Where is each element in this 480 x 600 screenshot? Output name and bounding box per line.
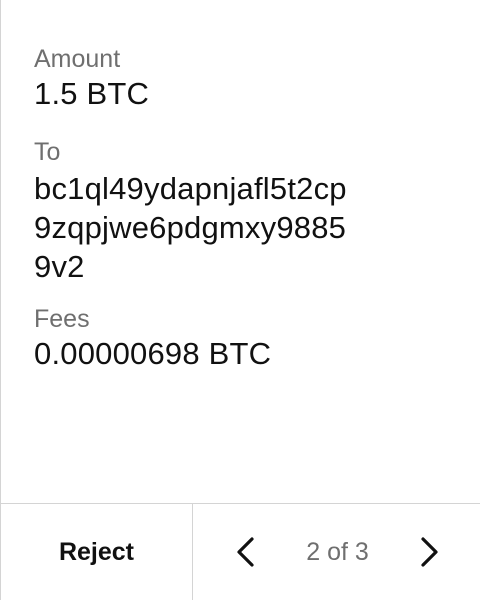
reject-button[interactable]: Reject	[1, 504, 193, 600]
fees-value: 0.00000698 BTC	[34, 336, 272, 371]
fees-label: Fees	[34, 305, 90, 333]
previous-page-button[interactable]	[231, 532, 259, 572]
recipient-address-line-2: 9zqpjwe6pdgmxy9885	[34, 210, 347, 245]
next-page-button[interactable]	[416, 532, 444, 572]
fees-section: Fees 0.00000698 BTC	[34, 304, 462, 373]
transaction-details: Amount 1.5 BTC To bc1ql49ydapnjafl5t2cp …	[34, 44, 462, 373]
transaction-review-screen: Amount 1.5 BTC To bc1ql49ydapnjafl5t2cp …	[0, 0, 480, 600]
amount-label: Amount	[34, 45, 121, 73]
recipient-label: To	[34, 138, 61, 166]
action-footer: Reject 2 of 3	[1, 503, 480, 600]
pager: 2 of 3	[193, 504, 480, 600]
recipient-address-line-3: 9v2	[34, 249, 85, 284]
recipient-section: To bc1ql49ydapnjafl5t2cp 9zqpjwe6pdgmxy9…	[34, 137, 462, 286]
amount-section: Amount 1.5 BTC	[34, 44, 462, 113]
chevron-left-icon	[237, 537, 254, 567]
recipient-address-line-1: bc1ql49ydapnjafl5t2cp	[34, 171, 347, 206]
chevron-right-icon	[421, 537, 438, 567]
recipient-address: bc1ql49ydapnjafl5t2cp 9zqpjwe6pdgmxy9885…	[34, 169, 462, 286]
amount-value: 1.5 BTC	[34, 76, 150, 111]
page-indicator: 2 of 3	[306, 537, 369, 566]
